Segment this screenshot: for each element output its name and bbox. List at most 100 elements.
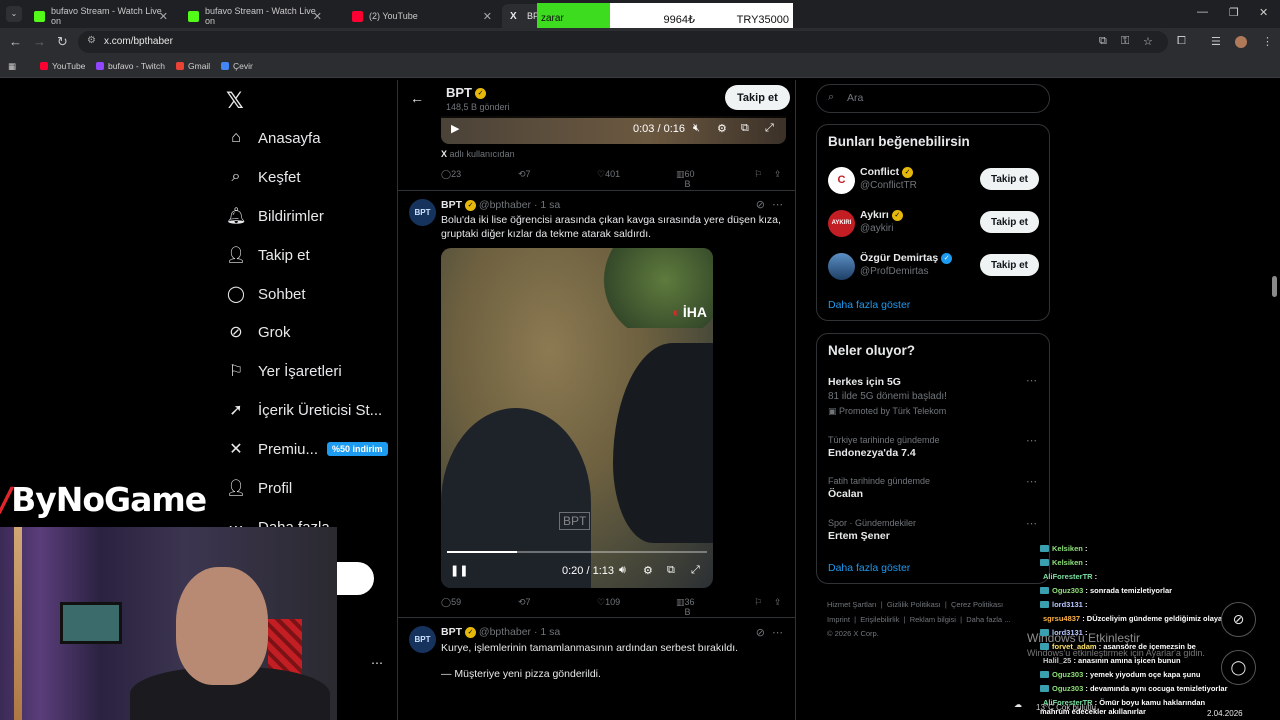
more-icon[interactable]: ⋯ [1026, 374, 1037, 387]
post-button-partial[interactable] [337, 562, 374, 595]
fullscreen-icon[interactable]: ⤢ [691, 564, 700, 577]
footer-link[interactable]: Daha fazla ... [966, 615, 1010, 624]
fullscreen-icon[interactable]: ⤢ [765, 122, 774, 135]
nav-follow[interactable]: 👤︎ Takip et [226, 243, 310, 267]
video-player-top[interactable]: ▶ 0:03 / 0:16 🔇︎ ⚙ ⧉ ⤢ [441, 116, 786, 144]
close-icon[interactable]: ✕ [483, 10, 492, 23]
share-icon[interactable]: ⇪ [774, 169, 782, 180]
close-icon[interactable]: ✕ [313, 10, 322, 23]
trend-name[interactable]: Herkes için 5G [828, 376, 901, 388]
more-icon[interactable]: ⋯ [772, 626, 783, 639]
author-handle[interactable]: @bpthaber · 1 sa [479, 199, 560, 211]
more-icon[interactable]: ⋯ [1026, 434, 1037, 447]
follow-button[interactable]: Takip et [725, 85, 790, 110]
show-more-link[interactable]: Daha fazla göster [828, 562, 910, 574]
like-button[interactable]: ♡ 109 [597, 597, 620, 608]
star-icon[interactable]: ☆ [1143, 35, 1153, 48]
settings-icon[interactable]: ⚙ [643, 564, 653, 577]
nav-home[interactable]: ⌂ Anasayfa [226, 126, 320, 150]
minimize-icon[interactable]: — [1197, 6, 1208, 18]
x-logo-icon[interactable]: 𝕏 [226, 88, 244, 114]
suggestion-name[interactable]: Özgür Demirtaş ✓ [860, 252, 953, 264]
avatar[interactable]: BPT [409, 626, 436, 653]
close-icon[interactable]: ✕ [159, 10, 168, 23]
tab-youtube[interactable]: (2) YouTube ✕ [344, 4, 500, 28]
grok-icon[interactable]: ⊘ [756, 198, 765, 211]
share-icon[interactable]: ⇪ [774, 597, 782, 608]
follow-button[interactable]: Takip et [980, 168, 1039, 190]
nav-profile[interactable]: 👤︎ Profil [226, 476, 292, 500]
nav-premium[interactable]: ✕ Premiu... %50 indirim [226, 437, 388, 461]
volume-muted-icon[interactable]: 🔇︎ [693, 122, 700, 135]
window-close-icon[interactable]: ✕ [1259, 6, 1268, 19]
kebab-menu-icon[interactable]: ⋮ [1262, 35, 1273, 48]
volume-icon[interactable]: 🔊︎ [619, 564, 626, 577]
install-icon[interactable]: ⧉ [1099, 35, 1107, 48]
views-button[interactable]: ▥ 60 B [676, 169, 695, 189]
apps-icon[interactable]: ▦ [8, 61, 16, 72]
follow-button[interactable]: Takip et [980, 211, 1039, 233]
forward-icon[interactable]: → [33, 34, 46, 49]
footer-link[interactable]: Imprint [827, 615, 850, 624]
views-button[interactable]: ▥ 36 B [676, 597, 695, 617]
reply-button[interactable]: ◯ 23 [441, 169, 461, 180]
footer-link[interactable]: Reklam bilgisi [910, 615, 956, 624]
back-arrow-icon[interactable]: ← [410, 90, 424, 106]
pause-icon[interactable]: ❚❚ [450, 564, 468, 577]
bookmark-youtube[interactable]: YouTube [40, 61, 85, 71]
reading-list-icon[interactable]: ☰ [1211, 35, 1221, 48]
tab-bufavo-2[interactable]: bufavo Stream - Watch Live on ✕ [180, 4, 330, 28]
footer-link[interactable]: Erişilebilirlik [860, 615, 899, 624]
footer-link[interactable]: Çerez Politikası [951, 600, 1003, 609]
avatar[interactable] [828, 253, 855, 280]
settings-icon[interactable]: ⚙ [717, 122, 727, 135]
more-icon[interactable]: ⋯ [772, 198, 783, 211]
pip-icon[interactable]: ⧉ [667, 564, 675, 577]
trend-name[interactable]: Öcalan [828, 488, 863, 500]
bookmark-icon[interactable]: ⚐ [754, 169, 762, 180]
site-info-icon[interactable]: ⚙ [87, 35, 96, 46]
pip-icon[interactable]: ⧉ [741, 122, 749, 135]
restore-icon[interactable]: ❐ [1229, 6, 1239, 19]
grok-icon[interactable]: ⊘ [756, 626, 765, 639]
suggestion-name[interactable]: Conflict ✓ [860, 166, 914, 178]
bookmark-twitch[interactable]: bufavo - Twitch [96, 61, 165, 71]
page-scrollbar[interactable] [1272, 276, 1277, 297]
like-button[interactable]: ♡ 401 [597, 169, 620, 180]
author-name[interactable]: BPT [441, 626, 462, 638]
trend-name[interactable]: Ertem Şener [828, 530, 890, 542]
reply-button[interactable]: ◯ 59 [441, 597, 461, 608]
account-more-icon[interactable]: ⋯ [371, 656, 383, 670]
author-name[interactable]: BPT [441, 199, 462, 211]
author-handle[interactable]: @bpthaber · 1 sa [479, 626, 560, 638]
more-icon[interactable]: ⋯ [1026, 517, 1037, 530]
tab-bufavo-1[interactable]: bufavo Stream - Watch Live on ✕ [26, 4, 176, 28]
bookmark-icon[interactable]: ⚐ [754, 597, 762, 608]
follow-button[interactable]: Takip et [980, 254, 1039, 276]
avatar[interactable]: BPT [409, 199, 436, 226]
grok-float-button[interactable]: ⊘ [1221, 602, 1256, 637]
repost-button[interactable]: ⟲ 7 [518, 597, 531, 608]
nav-bookmarks[interactable]: ⚐ Yer İşaretleri [226, 359, 342, 383]
show-more-link[interactable]: Daha fazla göster [828, 299, 910, 311]
messages-float-button[interactable]: ◯ [1221, 650, 1256, 685]
suggestion-name[interactable]: Aykırı ✓ [860, 209, 903, 221]
video-player[interactable]: ◐ İHA BPT ❚❚ 0:20 / 1:13 🔊︎ ⚙ ⧉ ⤢ [441, 248, 713, 588]
back-icon[interactable]: ← [9, 34, 22, 49]
extensions-icon[interactable]: ⧠ [1177, 35, 1186, 48]
play-icon[interactable]: ▶ [451, 122, 459, 135]
bookmark-translate[interactable]: Çevir [221, 61, 253, 71]
nav-notifications[interactable]: 🔔︎ Bildirimler [226, 204, 324, 228]
nav-explore[interactable]: ⌕ Keşfet [226, 165, 301, 189]
nav-chat[interactable]: ◯ Sohbet [226, 282, 306, 306]
url-input[interactable]: ⚙ x.com/bpthaber [78, 31, 1168, 53]
bookmark-gmail[interactable]: Gmail [176, 61, 210, 71]
footer-link[interactable]: Gizlilik Politikası [887, 600, 941, 609]
repost-button[interactable]: ⟲ 7 [518, 169, 531, 180]
profile-avatar[interactable] [1235, 36, 1247, 48]
avatar[interactable]: AYKIRI [828, 210, 855, 237]
trend-name[interactable]: Endonezya'da 7.4 [828, 447, 916, 459]
footer-link[interactable]: Hizmet Şartları [827, 600, 877, 609]
video-progress-bar[interactable] [447, 551, 707, 553]
reload-icon[interactable]: ↻ [57, 34, 68, 50]
